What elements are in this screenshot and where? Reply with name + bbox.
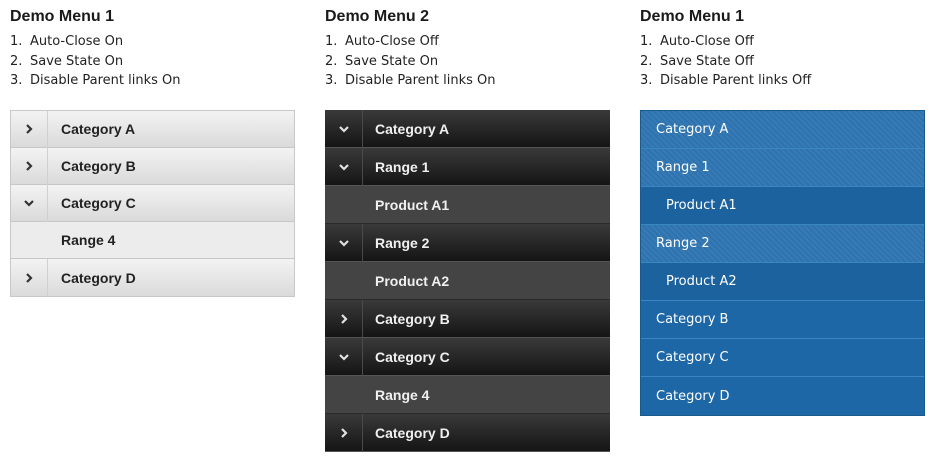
feature-item: 2. Save State On <box>325 53 439 69</box>
chevron-down-icon[interactable] <box>325 109 363 148</box>
chevron-right-icon[interactable] <box>11 147 48 185</box>
chevron-right-icon[interactable] <box>11 110 48 148</box>
menu-item-range-4[interactable]: Range 4 <box>325 376 610 414</box>
menu-item-product-a2[interactable]: Product A2 <box>641 263 924 301</box>
chevron-right-icon[interactable] <box>325 299 363 338</box>
feature-list: 1. Auto-Close Off 2. Save State On 3. Disab… <box>325 32 610 91</box>
menu-item-label: Category A <box>375 120 450 137</box>
menu-item-label: Range 2 <box>375 234 430 251</box>
chevron-down-icon[interactable] <box>325 223 363 262</box>
feature-item: 3. Disable Parent links On <box>10 73 181 88</box>
menu-item-category-a[interactable]: Category A <box>325 109 610 148</box>
menu-item-range-2[interactable]: Range 2 <box>641 225 924 263</box>
menu-item-range-2[interactable]: Range 2 <box>325 223 610 262</box>
menu-item-label: Category B <box>375 310 450 327</box>
menu-item-label: Category D <box>375 424 450 441</box>
menu-title: Demo Menu 1 <box>640 8 745 25</box>
accordion-menu-1: Category A Category B Category C Range 4… <box>10 110 295 297</box>
accordion-menu-3: Category A Range 1 Product A1 Range 2 Pr… <box>640 110 925 416</box>
feature-item: 2. Save State Off <box>640 53 754 69</box>
menu-item-label: Category D <box>61 269 136 286</box>
menu-item-label: Range 4 <box>375 386 430 403</box>
menu-item-label: Product A2 <box>375 272 450 289</box>
feature-item: 1. Auto-Close Off <box>325 34 439 49</box>
menu-item-category-d[interactable]: Category D <box>11 259 294 296</box>
menu-title: Demo Menu 2 <box>325 8 430 25</box>
menu-item-range-4[interactable]: Range 4 <box>11 222 294 259</box>
chevron-right-icon[interactable] <box>325 413 363 452</box>
menu-item-category-c[interactable]: Category C <box>325 337 610 376</box>
feature-item: 1. Auto-Close Off <box>640 34 754 49</box>
feature-item: 3. Disable Parent links Off <box>640 73 812 88</box>
demo-menu-1-panel: Demo Menu 1 1. Auto-Close On 2. Save State… <box>10 0 295 297</box>
menu-item-product-a1[interactable]: Product A1 <box>325 186 610 224</box>
menu-item-product-a1[interactable]: Product A1 <box>641 187 924 225</box>
menu-item-category-b[interactable]: Category B <box>641 301 924 339</box>
menu-item-category-b[interactable]: Category B <box>11 147 294 185</box>
menu-item-label: Range 1 <box>375 158 430 175</box>
menu-item-category-a[interactable]: Category A <box>11 110 294 148</box>
feature-list: 1. Auto-Close Off 2. Save State Off 3. Disa… <box>640 32 925 91</box>
menu-item-product-a2[interactable]: Product A2 <box>325 262 610 300</box>
demo-menu-3-panel: Demo Menu 1 1. Auto-Close Off 2. Save Stat… <box>640 0 925 416</box>
menu-item-category-d[interactable]: Category D <box>325 413 610 452</box>
menu-item-category-b[interactable]: Category B <box>325 299 610 338</box>
menu-title: Demo Menu 1 <box>10 8 115 25</box>
menu-item-category-c[interactable]: Category C <box>11 184 294 222</box>
menu-item-label: Range 4 <box>61 232 116 248</box>
feature-item: 1. Auto-Close On <box>10 34 124 49</box>
menu-item-label: Category C <box>375 348 450 365</box>
menu-item-category-a[interactable]: Category A <box>641 111 924 149</box>
menu-item-range-1[interactable]: Range 1 <box>325 147 610 186</box>
menu-item-label: Product A1 <box>375 196 450 213</box>
chevron-right-icon[interactable] <box>11 259 48 296</box>
menu-item-label: Category C <box>61 195 136 211</box>
chevron-down-icon[interactable] <box>325 147 363 186</box>
feature-item: 3. Disable Parent links On <box>325 73 496 88</box>
menu-item-label: Category B <box>61 158 136 174</box>
feature-list: 1. Auto-Close On 2. Save State On 3. Disabl… <box>10 32 295 91</box>
demo-menu-2-panel: Demo Menu 2 1. Auto-Close Off 2. Save Stat… <box>325 0 610 452</box>
menu-item-range-1[interactable]: Range 1 <box>641 149 924 187</box>
feature-item: 2. Save State On <box>10 53 124 69</box>
chevron-down-icon[interactable] <box>325 337 363 376</box>
menu-item-category-d[interactable]: Category D <box>641 377 924 415</box>
menu-item-category-c[interactable]: Category C <box>641 339 924 377</box>
menu-item-label: Category A <box>61 121 136 137</box>
accordion-menu-2: Category A Range 1 Product A1 Range 2 Pr… <box>325 109 610 452</box>
chevron-down-icon[interactable] <box>11 184 48 222</box>
